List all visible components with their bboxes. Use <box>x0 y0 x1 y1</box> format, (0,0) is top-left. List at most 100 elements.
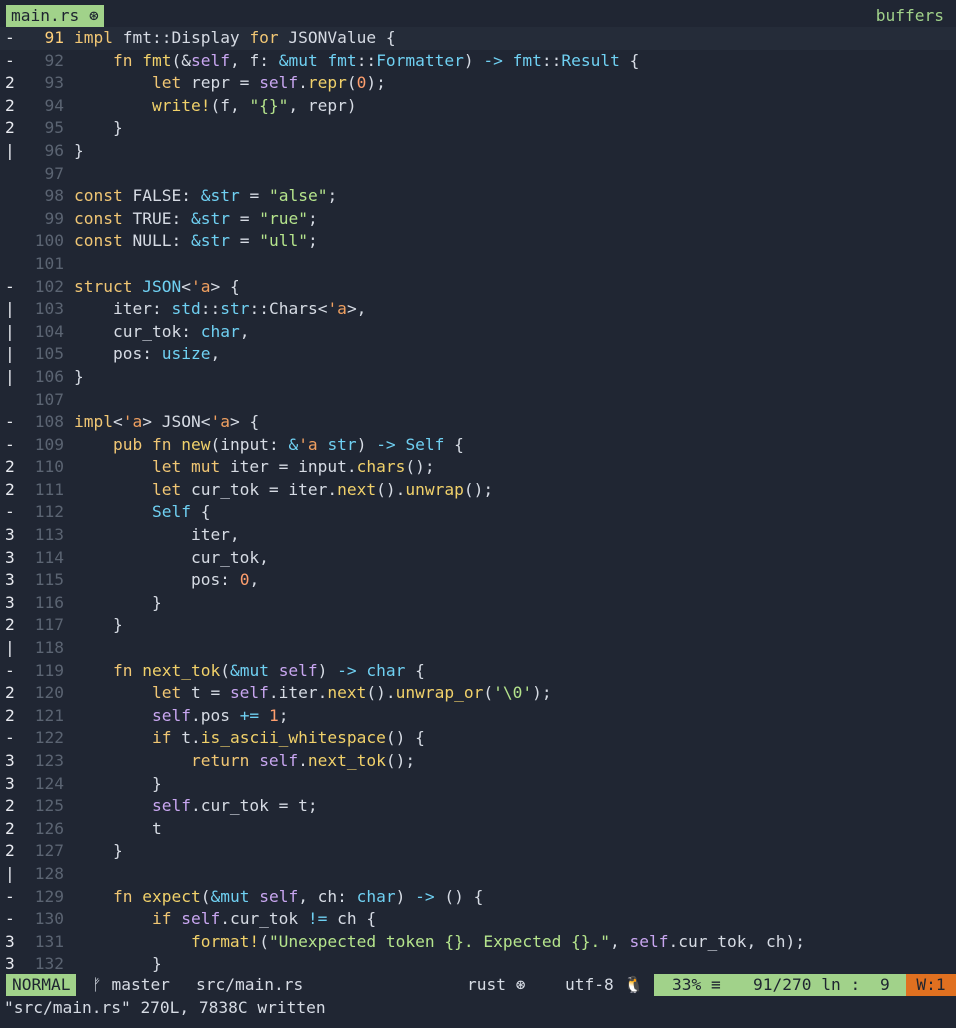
code-text[interactable]: } <box>74 140 84 163</box>
fold-marker[interactable]: - <box>5 660 21 683</box>
code-text[interactable]: } <box>74 614 123 637</box>
code-text[interactable]: let repr = self.repr(0); <box>74 72 386 95</box>
code-text[interactable]: if t.is_ascii_whitespace() { <box>74 727 425 750</box>
fold-marker[interactable]: | <box>5 366 21 389</box>
code-text[interactable]: } <box>74 773 162 796</box>
fold-marker[interactable]: | <box>5 140 21 163</box>
code-line[interactable]: | 118 <box>0 637 956 660</box>
fold-marker[interactable]: 3 <box>5 524 21 547</box>
code-line[interactable]: 2 117 } <box>0 614 956 637</box>
code-line[interactable]: -102 struct JSON<'a> { <box>0 276 956 299</box>
code-text[interactable]: pos: usize, <box>74 343 220 366</box>
code-line[interactable]: 97 <box>0 163 956 186</box>
fold-marker[interactable]: | <box>5 321 21 344</box>
fold-marker[interactable]: - <box>5 501 21 524</box>
fold-marker[interactable]: - <box>5 908 21 931</box>
fold-marker[interactable]: 2 <box>5 95 21 118</box>
code-text[interactable]: Self { <box>74 501 210 524</box>
code-text[interactable]: impl<'a> JSON<'a> { <box>74 411 259 434</box>
code-text[interactable]: pub fn new(input: &'a str) -> Self { <box>74 434 464 457</box>
code-text[interactable]: write!(f, "{}", repr) <box>74 95 357 118</box>
code-line[interactable]: 2 94 write!(f, "{}", repr) <box>0 95 956 118</box>
code-text[interactable]: let mut iter = input.chars(); <box>74 456 435 479</box>
fold-marker[interactable]: | <box>5 343 21 366</box>
fold-marker[interactable]: - <box>5 276 21 299</box>
code-line[interactable]: 3 115 pos: 0, <box>0 569 956 592</box>
code-line[interactable]: 2 110 let mut iter = input.chars(); <box>0 456 956 479</box>
fold-marker[interactable]: 3 <box>5 953 21 976</box>
fold-marker[interactable]: 3 <box>5 569 21 592</box>
code-text[interactable]: } <box>74 840 123 863</box>
buffer-tab-main-rs[interactable]: main.rs ⊛ <box>6 5 104 27</box>
code-text[interactable]: const NULL: &str = "ull"; <box>74 230 318 253</box>
fold-marker[interactable]: 2 <box>5 840 21 863</box>
code-text[interactable]: self.pos += 1; <box>74 705 288 728</box>
code-text[interactable]: let cur_tok = iter.next().unwrap(); <box>74 479 493 502</box>
code-text[interactable]: pos: 0, <box>74 569 259 592</box>
code-line[interactable]: -109 pub fn new(input: &'a str) -> Self … <box>0 434 956 457</box>
code-line[interactable]: 3 113 iter, <box>0 524 956 547</box>
code-text[interactable]: iter: std::str::Chars<'a>, <box>74 298 366 321</box>
fold-marker[interactable]: - <box>5 411 21 434</box>
fold-marker[interactable]: - <box>5 434 21 457</box>
code-line[interactable]: -130 if self.cur_tok != ch { <box>0 908 956 931</box>
fold-marker[interactable]: 2 <box>5 117 21 140</box>
code-text[interactable]: self.cur_tok = t; <box>74 795 318 818</box>
fold-marker[interactable]: - <box>5 27 21 50</box>
fold-marker[interactable]: | <box>5 637 21 660</box>
code-text[interactable]: cur_tok, <box>74 547 269 570</box>
code-text[interactable]: format!("Unexpected token {}. Expected {… <box>74 931 805 954</box>
code-line[interactable]: 2 93 let repr = self.repr(0); <box>0 72 956 95</box>
code-line[interactable]: 2 120 let t = self.iter.next().unwrap_or(… <box>0 682 956 705</box>
code-line[interactable]: 101 <box>0 253 956 276</box>
code-line[interactable]: -129 fn expect(&mut self, ch: char) -> (… <box>0 886 956 909</box>
code-line[interactable]: | 96} <box>0 140 956 163</box>
fold-marker[interactable]: 2 <box>5 72 21 95</box>
code-line[interactable]: - 91 impl fmt::Display for JSONValue { <box>0 27 956 50</box>
code-text[interactable]: } <box>74 953 162 976</box>
code-text[interactable]: fn next_tok(&mut self) -> char { <box>74 660 425 683</box>
code-text[interactable]: } <box>74 592 162 615</box>
code-text[interactable]: if self.cur_tok != ch { <box>74 908 376 931</box>
code-line[interactable]: | 128 <box>0 863 956 886</box>
code-text[interactable]: let t = self.iter.next().unwrap_or('\0')… <box>74 682 552 705</box>
code-line[interactable]: 3 114 cur_tok, <box>0 547 956 570</box>
editor-pane[interactable]: -91 impl fmt::Display for JSONValue {-92 … <box>0 27 956 999</box>
code-line[interactable]: | 106} <box>0 366 956 389</box>
fold-marker[interactable]: 3 <box>5 547 21 570</box>
fold-marker[interactable]: 2 <box>5 479 21 502</box>
fold-marker[interactable]: 2 <box>5 456 21 479</box>
code-line[interactable]: 3 132 } <box>0 953 956 976</box>
code-line[interactable]: | 103 iter: std::str::Chars<'a>, <box>0 298 956 321</box>
code-line[interactable]: -112 Self { <box>0 501 956 524</box>
code-line[interactable]: | 105 pos: usize, <box>0 343 956 366</box>
fold-marker[interactable]: 2 <box>5 614 21 637</box>
fold-marker[interactable]: | <box>5 863 21 886</box>
code-text[interactable]: const FALSE: &str = "alse"; <box>74 185 337 208</box>
code-line[interactable]: 3 131 format!("Unexpected token {}. Expec… <box>0 931 956 954</box>
code-text[interactable]: fn expect(&mut self, ch: char) -> () { <box>74 886 483 909</box>
fold-marker[interactable]: 2 <box>5 818 21 841</box>
code-line[interactable]: 107 <box>0 389 956 412</box>
code-text[interactable]: const TRUE: &str = "rue"; <box>74 208 318 231</box>
fold-marker[interactable]: 2 <box>5 682 21 705</box>
fold-marker[interactable]: - <box>5 50 21 73</box>
fold-marker[interactable]: 3 <box>5 750 21 773</box>
code-text[interactable]: return self.next_tok(); <box>74 750 415 773</box>
code-line[interactable]: -122 if t.is_ascii_whitespace() { <box>0 727 956 750</box>
command-line[interactable]: "src/main.rs" 270L, 7838C written <box>4 996 326 1020</box>
fold-marker[interactable]: 3 <box>5 592 21 615</box>
code-text[interactable]: fn fmt(&self, f: &mut fmt::Formatter) ->… <box>74 50 639 73</box>
code-line[interactable]: 100 const NULL: &str = "ull"; <box>0 230 956 253</box>
code-line[interactable]: 98 const FALSE: &str = "alse"; <box>0 185 956 208</box>
code-line[interactable]: 2 121 self.pos += 1; <box>0 705 956 728</box>
fold-marker[interactable]: | <box>5 298 21 321</box>
code-line[interactable]: 3 116 } <box>0 592 956 615</box>
fold-marker[interactable]: 2 <box>5 705 21 728</box>
code-line[interactable]: | 104 cur_tok: char, <box>0 321 956 344</box>
fold-marker[interactable]: 2 <box>5 795 21 818</box>
code-text[interactable]: t <box>74 818 162 841</box>
code-text[interactable]: impl fmt::Display for JSONValue { <box>74 27 396 50</box>
code-line[interactable]: 2 127 } <box>0 840 956 863</box>
code-line[interactable]: -92 fn fmt(&self, f: &mut fmt::Formatter… <box>0 50 956 73</box>
